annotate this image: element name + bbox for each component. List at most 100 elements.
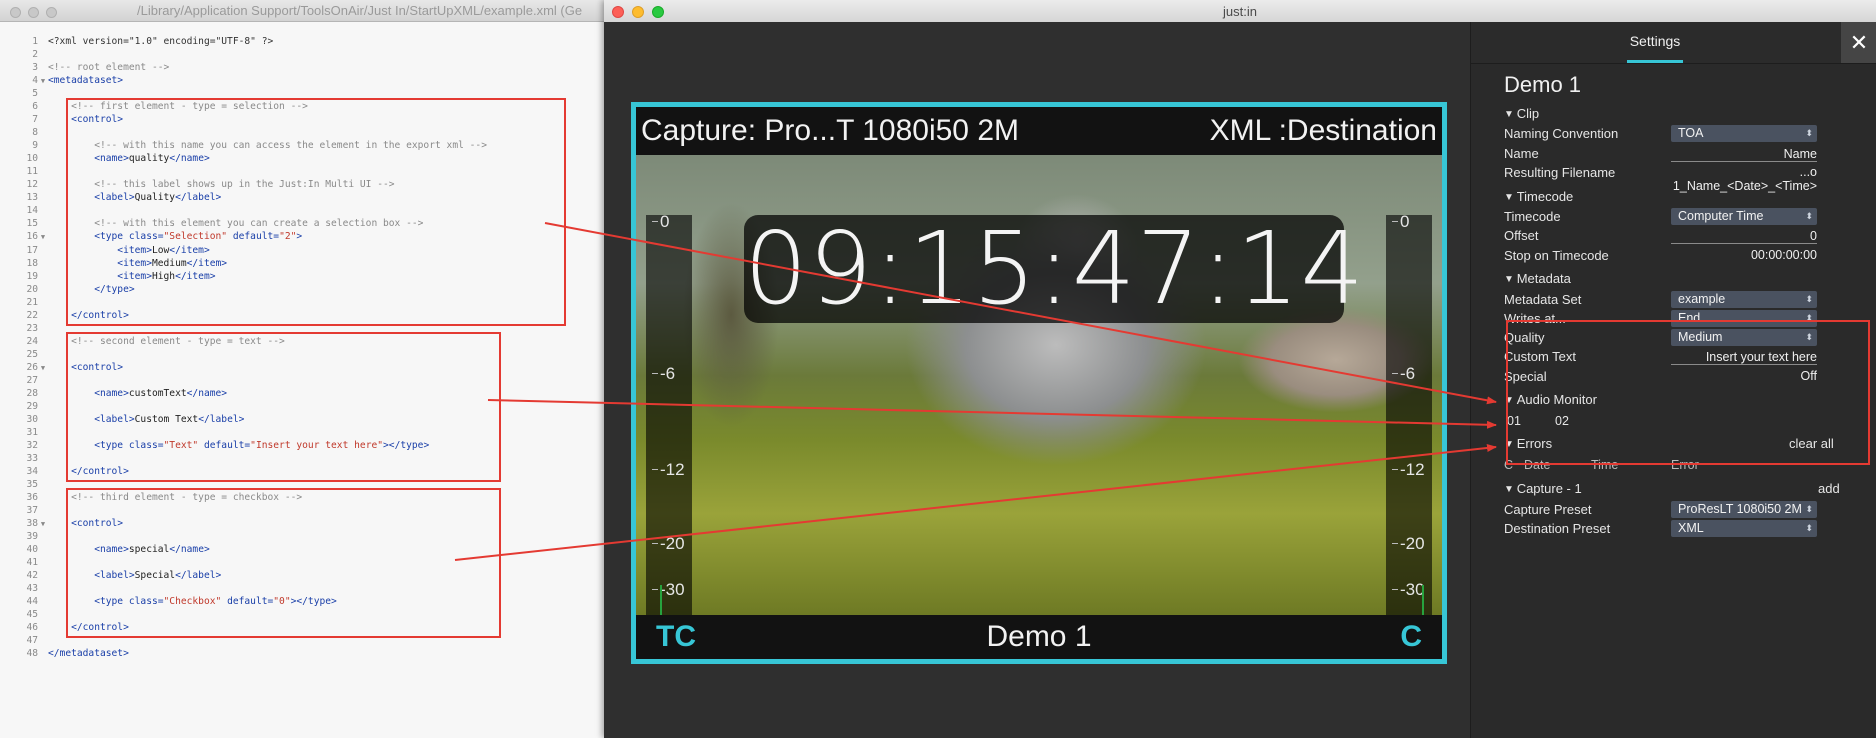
code-line[interactable]: 3 <!-- root element --> xyxy=(0,61,487,74)
name-field[interactable]: Name xyxy=(1671,146,1817,162)
channel-top-bar: Capture: Pro...T 1080i50 2M XML :Destina… xyxy=(636,107,1442,155)
line-number: 36 xyxy=(26,492,38,504)
line-number: 48 xyxy=(26,648,38,660)
metadata-set-label: Metadata Set xyxy=(1504,292,1582,307)
line-number: 14 xyxy=(26,205,38,217)
tab-settings[interactable]: Settings xyxy=(1627,33,1683,49)
app-titlebar: just:in xyxy=(604,0,1876,23)
capture-preset-select[interactable]: ProResLT 1080i50 2M ⬍ xyxy=(1671,501,1817,518)
line-number: 46 xyxy=(26,622,38,634)
stepper-icon: ⬍ xyxy=(1805,523,1813,533)
section-timecode[interactable]: Timecode xyxy=(1504,189,1574,204)
channel-frame[interactable]: Capture: Pro...T 1080i50 2M XML :Destina… xyxy=(631,102,1447,664)
line-number: 29 xyxy=(26,400,38,412)
naming-convention-label: Naming Convention xyxy=(1504,126,1619,141)
line-number: 26 xyxy=(26,361,38,373)
close-icon[interactable]: ✕ xyxy=(1841,22,1876,63)
add-capture-button[interactable]: add xyxy=(1818,481,1840,496)
line-number: 17 xyxy=(26,244,38,256)
code-token: <?xml version="1.0" encoding="UTF-8" ?> xyxy=(48,36,274,47)
meter-mark: -30 xyxy=(1386,581,1432,599)
line-number: 42 xyxy=(26,570,38,582)
resulting-filename-label: Resulting Filename xyxy=(1504,165,1616,180)
line-number: 15 xyxy=(26,218,38,230)
line-number: 24 xyxy=(26,335,38,347)
stepper-icon: ⬍ xyxy=(1805,128,1813,138)
line-number: 25 xyxy=(26,348,38,360)
code-line[interactable]: 1 <?xml version="1.0" encoding="UTF-8" ?> xyxy=(0,35,487,48)
line-number: 19 xyxy=(26,270,38,282)
annotation-box-text xyxy=(66,332,501,482)
annotation-box-metadata xyxy=(1506,320,1870,465)
meter-level-bar xyxy=(660,585,662,615)
code-token: <!-- root element --> xyxy=(48,62,170,74)
code-line[interactable]: 48 </metadataset> xyxy=(0,647,487,660)
line-number: 1 xyxy=(32,36,38,47)
line-number: 3 xyxy=(32,62,38,74)
audio-meter-left: 0 -6 -12 -20 -30 -∞ xyxy=(646,213,692,615)
line-number: 11 xyxy=(26,166,38,178)
line-number: 34 xyxy=(26,466,38,478)
window-controls xyxy=(10,5,64,23)
line-number: 32 xyxy=(26,439,38,451)
meter-mark: -20 xyxy=(646,535,692,553)
video-preview: 0 -6 -12 -20 -30 -∞ 09:15:47:14 0 -6 -12… xyxy=(636,155,1442,615)
resulting-filename-value: ...o 1_Name_<Date>_<Time> xyxy=(1672,165,1817,193)
meter-mark: -20 xyxy=(1386,535,1432,553)
zoom-window-button[interactable] xyxy=(46,7,57,18)
editor-window-title: /Library/Application Support/ToolsOnAir/… xyxy=(137,3,583,18)
channel-title: Demo 1 xyxy=(1504,72,1582,97)
line-number: 41 xyxy=(26,557,38,569)
section-capture[interactable]: Capture - 1 xyxy=(1504,481,1582,496)
destination-preset-select[interactable]: XML ⬍ xyxy=(1671,520,1817,537)
offset-field[interactable]: 0 xyxy=(1671,228,1817,244)
minimize-window-button[interactable] xyxy=(28,7,39,18)
metadata-set-select[interactable]: example ⬍ xyxy=(1671,291,1817,308)
line-number: 27 xyxy=(26,374,38,386)
timecode-label: Timecode xyxy=(1504,209,1561,224)
line-number: 5 xyxy=(32,88,38,100)
meter-mark: -12 xyxy=(1386,461,1432,479)
meter-mark: -30 xyxy=(646,581,692,599)
line-number: 20 xyxy=(26,283,38,295)
app-window-title: just:in xyxy=(1223,4,1257,19)
meter-mark: -6 xyxy=(646,365,692,383)
line-number: 40 xyxy=(26,544,38,556)
line-number: 9 xyxy=(32,140,38,152)
stop-on-timecode-label: Stop on Timecode xyxy=(1504,248,1609,263)
timecode-source-select[interactable]: Computer Time ⬍ xyxy=(1671,208,1817,225)
stop-on-timecode-field[interactable]: 00:00:00:00 xyxy=(1671,248,1817,262)
line-number: 22 xyxy=(26,309,38,321)
line-number: 44 xyxy=(26,596,38,608)
code-text: <?xml version="1.0" encoding="UTF-8" ?> xyxy=(48,35,273,48)
tab-active-indicator xyxy=(1627,60,1683,63)
line-number: 8 xyxy=(32,127,38,139)
line-number: 31 xyxy=(26,426,38,438)
xml-editor-window: /Library/Application Support/ToolsOnAir/… xyxy=(0,0,610,738)
annotation-box-selection xyxy=(66,98,566,326)
line-number: 10 xyxy=(26,153,38,165)
destination-label: XML :Destination xyxy=(1209,114,1437,147)
line-number: 35 xyxy=(26,479,38,491)
line-number: 4 xyxy=(32,75,38,87)
code-text: <!-- root element --> xyxy=(48,61,169,74)
close-window-button[interactable] xyxy=(10,7,21,18)
section-clip[interactable]: Clip xyxy=(1504,106,1539,121)
line-number: 43 xyxy=(26,583,38,595)
audio-meter-right: 0 -6 -12 -20 -30 -∞ xyxy=(1386,213,1432,615)
naming-convention-select[interactable]: TOA ⬍ xyxy=(1671,125,1817,142)
annotation-box-checkbox xyxy=(66,488,501,638)
c-indicator[interactable]: C xyxy=(1400,615,1422,659)
line-number: 38 xyxy=(26,518,38,530)
line-number: 47 xyxy=(26,635,38,647)
justin-app-window: just:in Capture: Pro...T 1080i50 2M XML … xyxy=(604,0,1876,738)
code-line[interactable]: 2 xyxy=(0,48,487,61)
channel-viewer: Capture: Pro...T 1080i50 2M XML :Destina… xyxy=(604,22,1470,738)
channel-name: Demo 1 xyxy=(986,620,1092,653)
line-number: 13 xyxy=(26,192,38,204)
section-metadata[interactable]: Metadata xyxy=(1504,271,1571,286)
editor-titlebar: /Library/Application Support/ToolsOnAir/… xyxy=(0,0,610,22)
settings-tabbar: Settings ✕ xyxy=(1471,22,1876,64)
stepper-icon: ⬍ xyxy=(1805,211,1813,221)
code-line[interactable]: 4 ▼ <metadataset> xyxy=(0,74,487,87)
